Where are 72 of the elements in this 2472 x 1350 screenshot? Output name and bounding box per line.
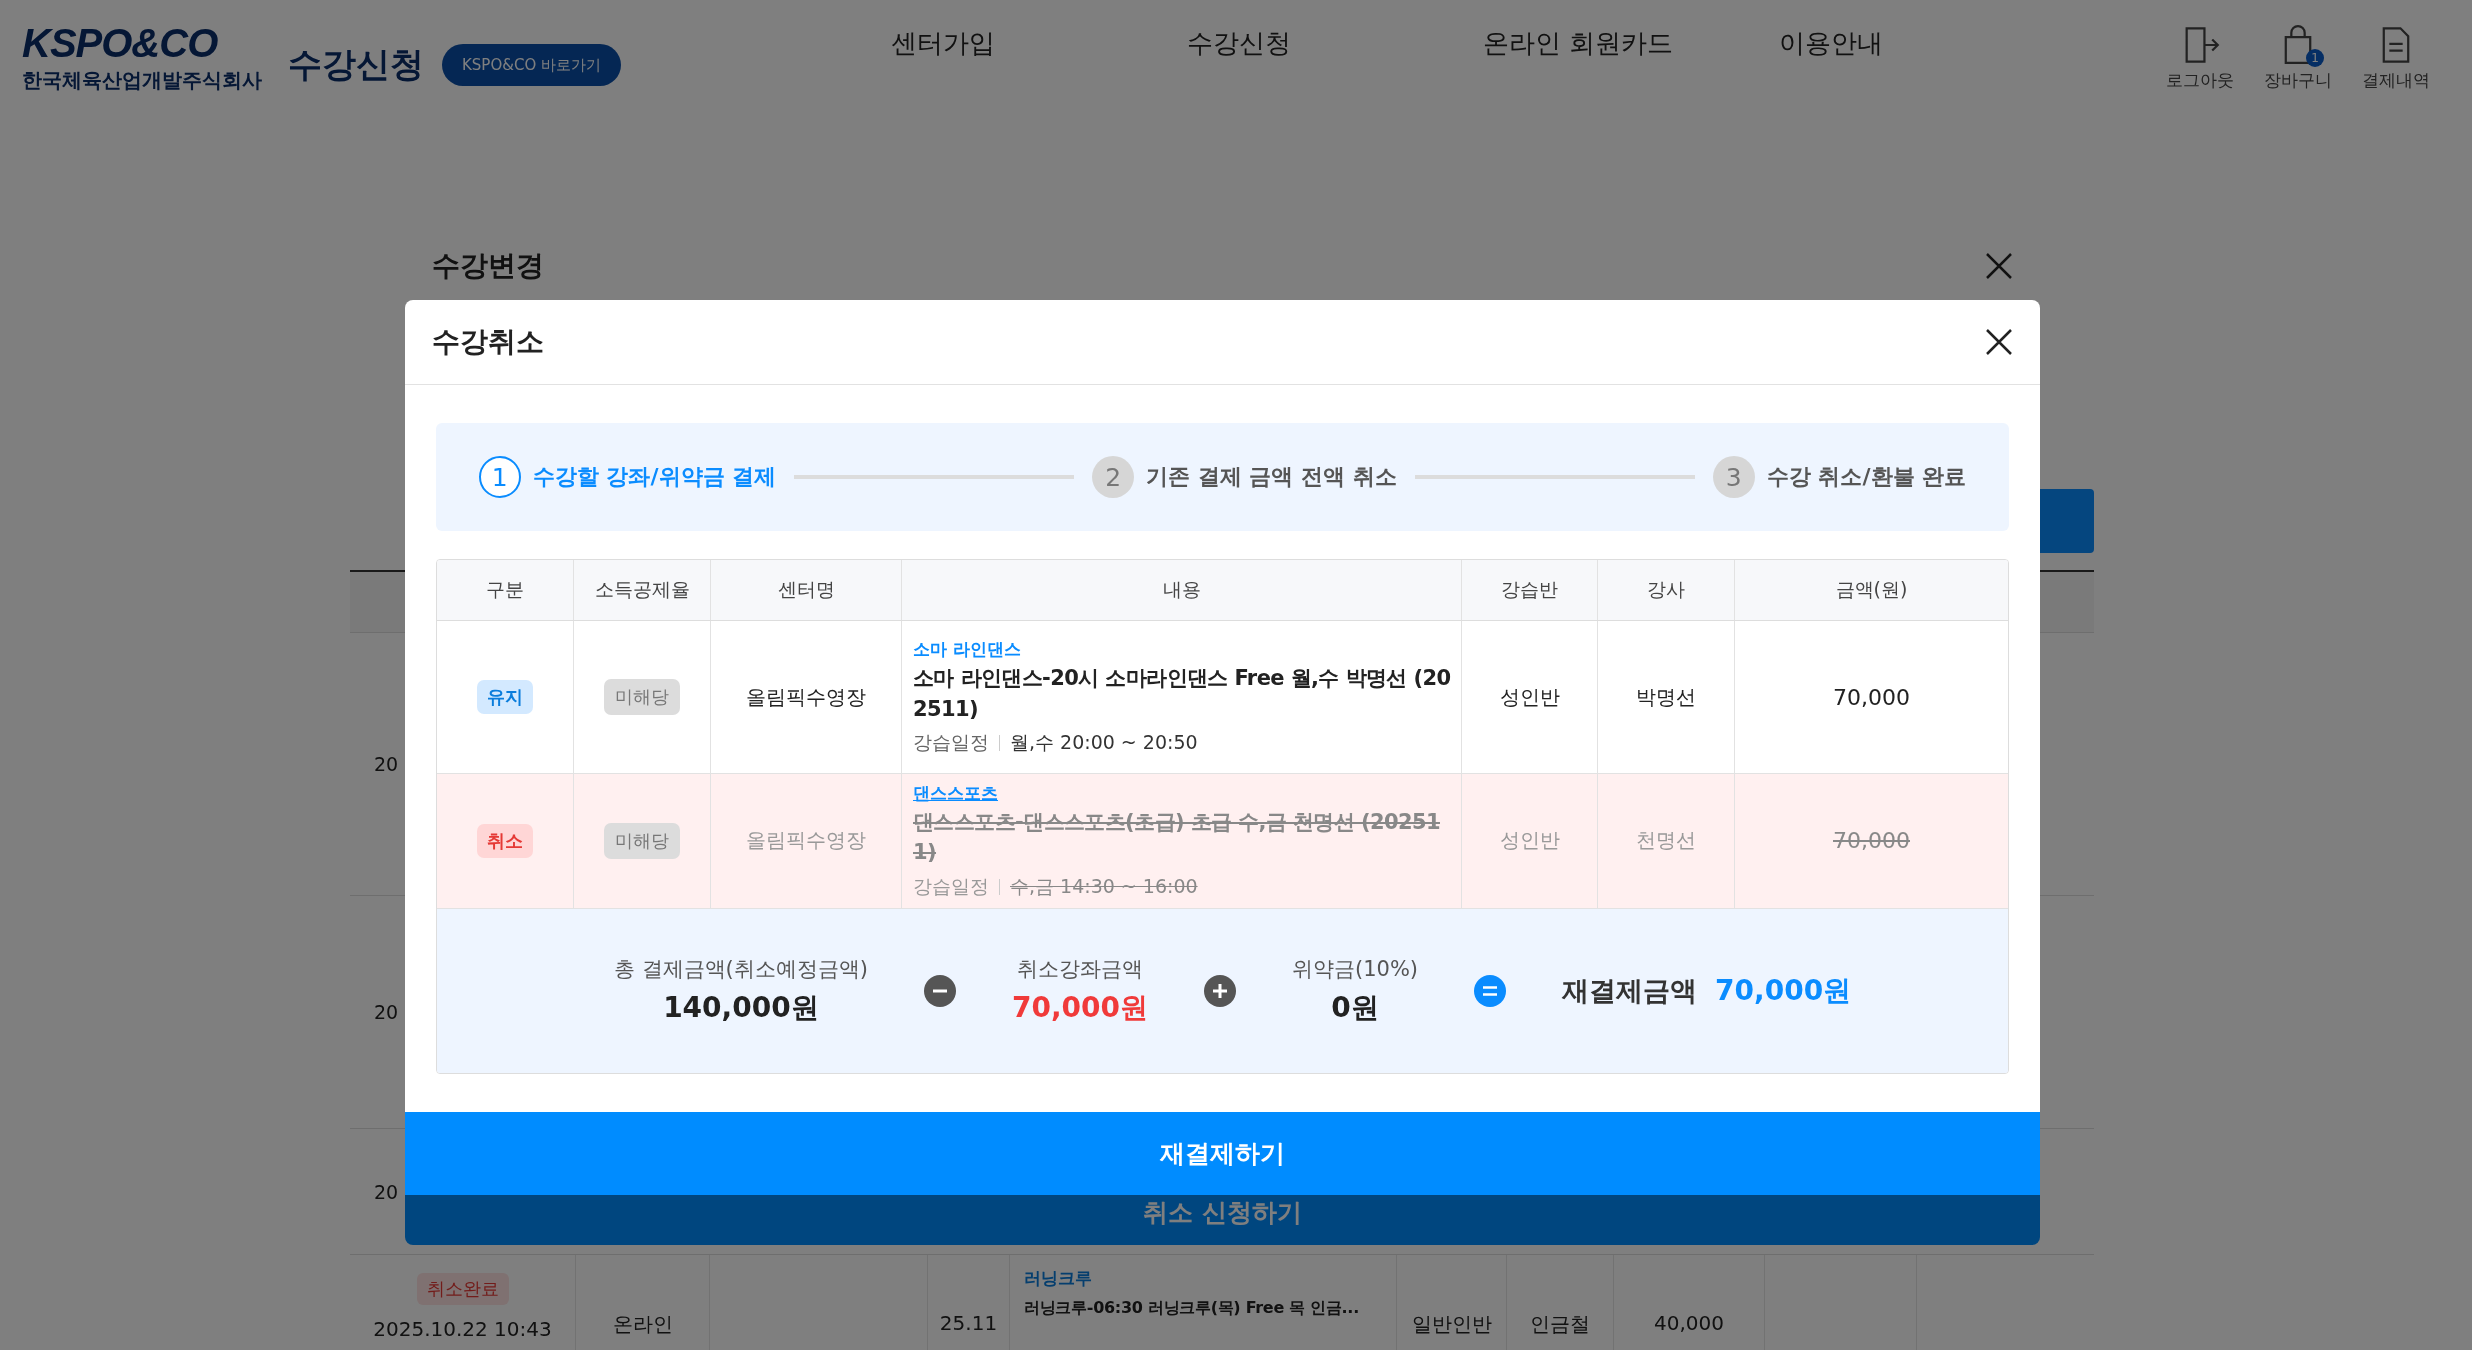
site-title: 수강신청	[288, 43, 424, 86]
course-title: 러닝크루-06:30 러닝크루(목) Free 목 인금...	[1024, 1298, 1359, 1319]
utility-label[interactable]: 장바구니	[2264, 68, 2332, 92]
date-text: 20	[374, 1001, 399, 1023]
step-number: 1	[478, 456, 521, 498]
summary-label: 총 결제금액(취소예정금액)	[613, 955, 868, 983]
step-label: 기존 결제 금액 전액 취소	[1146, 463, 1397, 491]
date-text: 20	[374, 1180, 399, 1203]
result-amount: 70,000원	[1715, 972, 1852, 1009]
table-cell: 40,000	[1654, 1311, 1724, 1335]
course-title: 댄스스포츠-댄스스포츠(초급) 초급 수,금 천명선 (202511)	[913, 809, 1441, 867]
schedule-text: 수,금 14:30 ~ 16:00	[1010, 873, 1198, 899]
table-cell: 인금철	[1530, 1311, 1590, 1338]
date-text: 2025.10.22 10:43	[373, 1317, 552, 1341]
table-cell: 일반인반	[1411, 1311, 1492, 1338]
cart-count-badge: 1	[2306, 48, 2324, 67]
amount-text: 70,000	[1833, 828, 1910, 854]
summary-amount: 0원	[1331, 989, 1379, 1026]
table-cell: 성인반	[1499, 683, 1560, 711]
column-header: 소득공제율	[574, 560, 711, 620]
summary-label: 취소강좌금액	[1016, 955, 1143, 983]
nav-link[interactable]: 이용안내	[1778, 25, 2075, 61]
deduction-badge: 미해당	[604, 822, 680, 859]
table-cell: 천명선	[1636, 827, 1696, 855]
step-number: 3	[1712, 456, 1755, 498]
modal-title: 수강변경	[432, 248, 544, 284]
category-label: 댄스스포츠	[913, 782, 998, 805]
table-cell: 온라인	[612, 1311, 673, 1338]
category-label: 러닝크루	[1024, 1267, 1092, 1290]
utility-label[interactable]: 결제내역	[2362, 68, 2430, 92]
course-title: 소마 라인댄스-20시 소마라인댄스 Free 월,수 박명선 (202511)	[913, 665, 1451, 723]
column-header: 강습반	[1462, 560, 1598, 620]
schedule-text: 월,수 20:00 ~ 20:50	[1010, 729, 1198, 755]
close-icon[interactable]	[1984, 327, 2014, 357]
column-header: 강사	[1598, 560, 1735, 620]
nav-link[interactable]: 센터가입	[890, 25, 1187, 61]
plus-icon	[1204, 974, 1236, 1007]
result-label: 재결제금액	[1562, 973, 1698, 1008]
equals-icon	[1474, 974, 1507, 1007]
schedule-label: 강습일정	[913, 729, 989, 755]
deduction-badge: 미해당	[604, 679, 680, 715]
status-badge: 취소	[477, 823, 533, 858]
status-badge: 취소완료	[416, 1273, 509, 1305]
summary-amount: 70,000원	[1011, 989, 1148, 1026]
table-cell: 25.11	[939, 1311, 998, 1335]
minus-icon	[923, 974, 956, 1007]
table-cell: 올림픽수영장	[746, 683, 866, 711]
step-number: 2	[1092, 456, 1135, 498]
step-label: 수강할 강좌/위약금 결제	[532, 463, 777, 491]
column-header: 금액(원)	[1834, 577, 1909, 602]
summary-label: 위약금(10%)	[1292, 955, 1419, 983]
nav-link[interactable]: 수강신청	[1186, 25, 1483, 61]
column-header: 구분	[437, 560, 574, 620]
status-badge: 유지	[477, 680, 533, 714]
step-label: 수강 취소/환불 완료	[1766, 463, 1967, 491]
amount-text: 70,000	[1833, 684, 1910, 710]
shortcut-button[interactable]: KSPO&CO 바로가기	[442, 44, 621, 86]
modal-title: 수강취소	[432, 324, 544, 360]
utility-label[interactable]: 로그아웃	[2166, 68, 2234, 92]
logo[interactable]: KSPO&CO	[22, 22, 262, 63]
table-cell: 올림픽수영장	[746, 827, 866, 855]
column-header: 센터명	[711, 560, 902, 620]
column-header: 내용	[902, 560, 1462, 620]
table-cell: 성인반	[1499, 827, 1560, 855]
table-cell: 박명선	[1636, 683, 1696, 711]
category-label: 소마 라인댄스	[913, 638, 1021, 662]
schedule-label: 강습일정	[913, 873, 989, 899]
date-text: 20	[374, 753, 399, 775]
company-name: 한국체육산업개발주식회사	[22, 66, 262, 94]
summary-amount: 140,000원	[663, 989, 819, 1026]
repay-button[interactable]: 재결제하기	[405, 1111, 2040, 1195]
nav-link[interactable]: 온라인 회원카드	[1482, 25, 1779, 61]
